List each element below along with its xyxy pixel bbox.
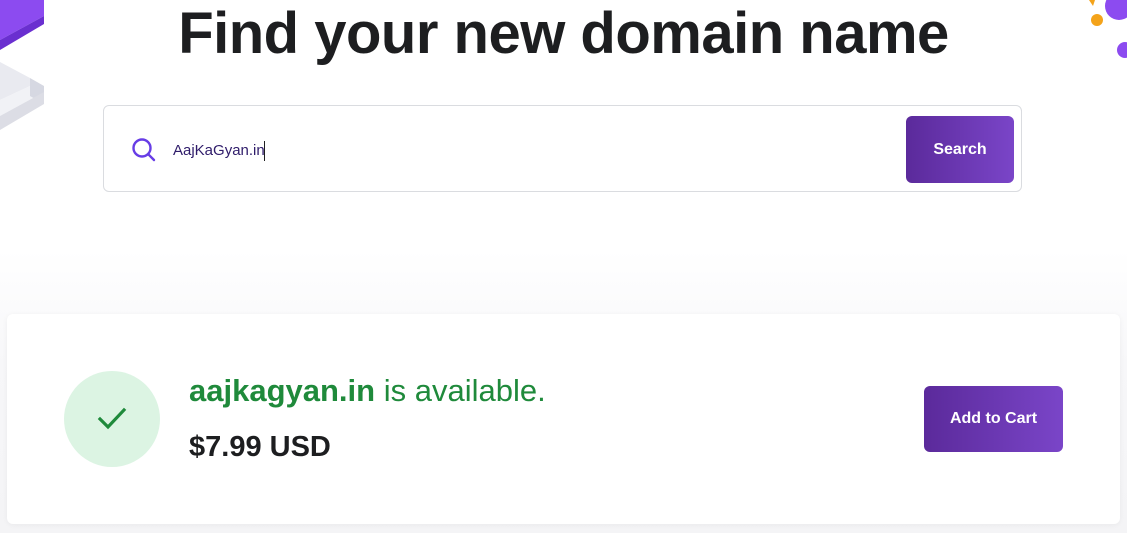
domain-name: aajkagyan.in — [189, 373, 376, 408]
search-button[interactable]: Search — [906, 116, 1014, 183]
available-status-badge — [64, 371, 160, 467]
domain-search-box: Search — [103, 105, 1022, 192]
availability-message: aajkagyan.in is available. — [189, 371, 546, 411]
domain-price: $7.99 USD — [189, 431, 331, 463]
add-to-cart-button[interactable]: Add to Cart — [924, 386, 1063, 452]
availability-status-text: is available. — [375, 373, 546, 408]
domain-result-card: aajkagyan.in is available. $7.99 USD Add… — [7, 314, 1120, 524]
search-icon — [132, 138, 156, 162]
text-cursor — [264, 141, 265, 161]
domain-search-input[interactable] — [173, 136, 873, 164]
page-title: Find your new domain name — [178, 1, 949, 66]
check-icon — [97, 407, 127, 430]
domain-search-page: Find your new domain name Search aajkagy… — [0, 0, 1127, 533]
